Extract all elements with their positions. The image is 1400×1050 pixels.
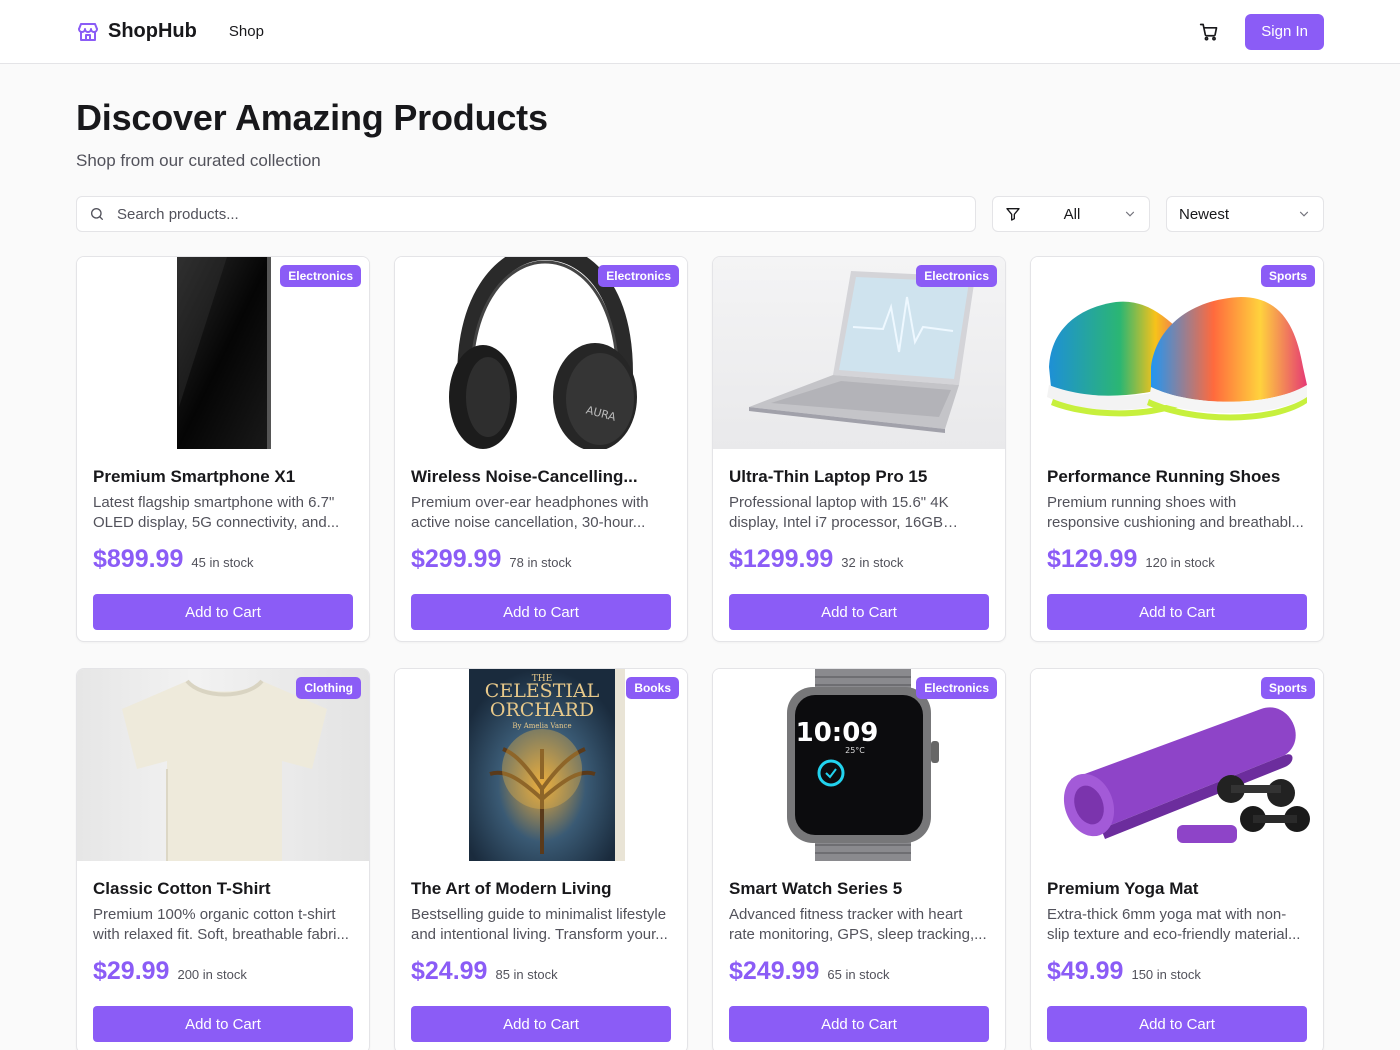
product-card[interactable]: THE CELESTIAL ORCHARD By Amelia Vance Bo…	[394, 668, 688, 1050]
stock-count: 150 in stock	[1131, 967, 1201, 982]
nav-link-shop[interactable]: Shop	[229, 23, 264, 40]
search-box	[76, 196, 976, 232]
stock-count: 120 in stock	[1145, 555, 1215, 570]
product-price: $49.99	[1047, 957, 1124, 985]
stock-count: 45 in stock	[191, 555, 254, 570]
product-name[interactable]: Wireless Noise-Cancelling...	[411, 467, 671, 487]
filter-icon	[1006, 208, 1020, 221]
product-image-headphones[interactable]: AURA Electronics	[395, 257, 687, 449]
chevron-down-icon	[1299, 211, 1309, 217]
category-badge: Books	[626, 677, 679, 699]
watch-time-text: 10:09	[796, 718, 879, 748]
product-image-book[interactable]: THE CELESTIAL ORCHARD By Amelia Vance Bo…	[395, 669, 687, 861]
product-name[interactable]: Smart Watch Series 5	[729, 879, 989, 899]
product-price: $1299.99	[729, 545, 834, 573]
store-icon	[76, 20, 100, 44]
product-image-tshirt[interactable]: Clothing	[77, 669, 369, 861]
sort-select[interactable]: Newest	[1166, 196, 1324, 232]
product-card[interactable]: Sports Performance Running Shoes Premium…	[1030, 256, 1324, 642]
add-to-cart-button[interactable]: Add to Cart	[411, 1006, 671, 1042]
category-badge: Sports	[1260, 677, 1315, 699]
product-name[interactable]: Classic Cotton T-Shirt	[93, 879, 353, 899]
product-image-watch[interactable]: 10:09 25°C Electronics	[713, 669, 1005, 861]
product-name[interactable]: Ultra-Thin Laptop Pro 15	[729, 467, 989, 487]
add-to-cart-button[interactable]: Add to Cart	[411, 594, 671, 630]
product-price: $29.99	[93, 957, 170, 985]
search-input[interactable]	[117, 205, 963, 223]
book-cover-text-orchard: ORCHARD	[490, 699, 594, 721]
add-to-cart-button[interactable]: Add to Cart	[729, 594, 989, 630]
product-description: Premium running shoes with responsive cu…	[1047, 494, 1304, 531]
product-image-yogamat[interactable]: Sports	[1031, 669, 1323, 861]
product-description: Extra-thick 6mm yoga mat with non-slip t…	[1047, 906, 1301, 943]
product-name[interactable]: Performance Running Shoes	[1047, 467, 1307, 487]
product-description: Professional laptop with 15.6" 4K displa…	[729, 494, 949, 531]
product-description: Premium over-ear headphones with active …	[411, 494, 649, 531]
watch-temp-text: 25°C	[845, 746, 865, 755]
top-navbar: ShopHub Shop Sign In	[0, 0, 1400, 64]
product-price: $899.99	[93, 545, 184, 573]
category-filter-value: All	[1063, 205, 1081, 223]
product-name[interactable]: Premium Yoga Mat	[1047, 879, 1307, 899]
product-card[interactable]: 10:09 25°C Electronics Smart Watch Serie…	[712, 668, 1006, 1050]
page-title: Discover Amazing Products	[76, 97, 548, 138]
stock-count: 78 in stock	[509, 555, 572, 570]
add-to-cart-button[interactable]: Add to Cart	[93, 594, 353, 630]
product-card[interactable]: Electronics Premium Smartphone X1 Latest…	[76, 256, 370, 642]
filter-toolbar: All Newest	[76, 196, 1324, 232]
product-card[interactable]: AURA Electronics Wireless Noise-Cancelli…	[394, 256, 688, 642]
product-description: Premium 100% organic cotton t-shirt with…	[93, 906, 349, 943]
page-subtitle: Shop from our curated collection	[76, 151, 321, 170]
stock-count: 32 in stock	[841, 555, 904, 570]
product-name[interactable]: Premium Smartphone X1	[93, 467, 353, 487]
product-price: $249.99	[729, 957, 820, 985]
cart-icon	[1200, 23, 1218, 41]
add-to-cart-button[interactable]: Add to Cart	[93, 1006, 353, 1042]
product-grid: Electronics Premium Smartphone X1 Latest…	[76, 256, 1324, 1050]
stock-count: 65 in stock	[827, 967, 890, 982]
category-filter-select[interactable]: All	[992, 196, 1150, 232]
category-badge: Clothing	[296, 677, 361, 699]
product-card[interactable]: Electronics Ultra-Thin Laptop Pro 15 Pro…	[712, 256, 1006, 642]
sign-in-button[interactable]: Sign In	[1245, 13, 1324, 50]
sort-value: Newest	[1179, 205, 1230, 223]
product-name[interactable]: The Art of Modern Living	[411, 879, 671, 899]
product-card[interactable]: Clothing Classic Cotton T-Shirt Premium …	[76, 668, 370, 1050]
book-cover-author: By Amelia Vance	[512, 722, 571, 730]
stock-count: 85 in stock	[495, 967, 558, 982]
product-price: $129.99	[1047, 545, 1138, 573]
product-image-shoes[interactable]: Sports	[1031, 257, 1323, 449]
logo-text: ShopHub	[108, 20, 197, 42]
category-badge: Electronics	[916, 265, 997, 287]
logo[interactable]: ShopHub	[76, 20, 197, 44]
product-price: $24.99	[411, 957, 488, 985]
stock-count: 200 in stock	[177, 967, 247, 982]
product-image-laptop[interactable]: Electronics	[713, 257, 1005, 449]
product-card[interactable]: Sports Premium Yoga Mat Extra-thick 6mm …	[1030, 668, 1324, 1050]
product-description: Bestselling guide to minimalist lifestyl…	[411, 906, 668, 943]
chevron-down-icon	[1125, 211, 1135, 217]
main-content: Discover Amazing Products Shop from our …	[0, 97, 1400, 1050]
add-to-cart-button[interactable]: Add to Cart	[1047, 1006, 1307, 1042]
product-description: Latest flagship smartphone with 6.7" OLE…	[93, 494, 340, 531]
category-badge: Sports	[1260, 265, 1315, 287]
search-icon	[91, 208, 103, 220]
category-badge: Electronics	[280, 265, 361, 287]
add-to-cart-button[interactable]: Add to Cart	[729, 1006, 989, 1042]
category-badge: Electronics	[916, 677, 997, 699]
product-price: $299.99	[411, 545, 502, 573]
cart-button[interactable]	[1193, 16, 1225, 48]
product-description: Advanced fitness tracker with heart rate…	[729, 906, 987, 943]
category-badge: Electronics	[598, 265, 679, 287]
add-to-cart-button[interactable]: Add to Cart	[1047, 594, 1307, 630]
product-image-smartphone[interactable]: Electronics	[77, 257, 369, 449]
